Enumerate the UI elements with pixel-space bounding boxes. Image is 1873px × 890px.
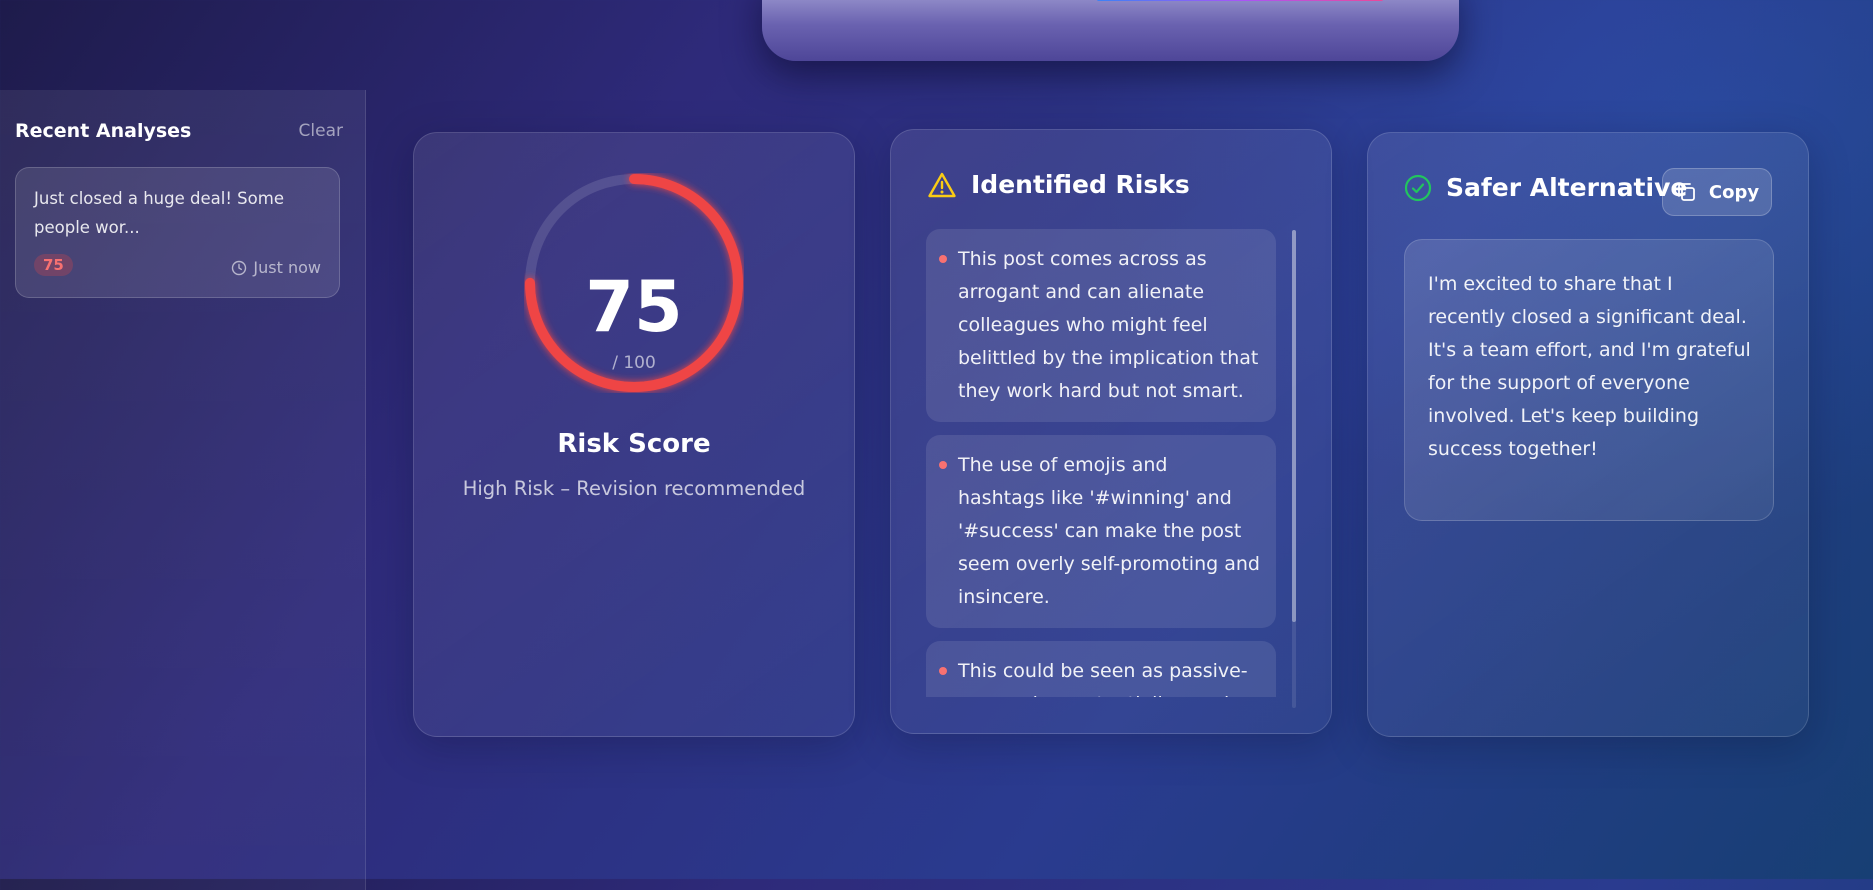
risk-score-subtitle: High Risk – Revision recommended [462,477,806,500]
alt-title: Safer Alternative [1446,173,1688,202]
risk-item-text: This post comes across as arrogant and c… [958,248,1259,402]
risk-score-gauge: 75 / 100 [524,173,744,393]
copy-button-label: Copy [1708,181,1760,203]
safer-alternative-card: Safer Alternative Copy I'm excited to sh… [1367,132,1809,737]
copy-icon [1677,183,1695,201]
sidebar-header: Recent Analyses Clear [15,116,343,146]
risks-title: Identified Risks [971,170,1190,199]
history-item-time: Just now [231,258,321,277]
copy-button[interactable]: Copy [1662,168,1772,216]
risks-header: Identified Risks [927,170,1190,199]
risk-bullet-dot [939,461,947,469]
gradient-progress-bar [1097,0,1383,1]
identified-risks-card: Identified Risks This post comes across … [890,129,1332,734]
history-item-score-badge: 75 [34,254,73,276]
risks-list[interactable]: This post comes across as arrogant and c… [926,229,1276,697]
warning-icon [928,172,956,197]
history-item[interactable]: Just closed a huge deal! Some people wor… [15,167,340,298]
risks-scrollbar[interactable] [1292,230,1296,708]
risks-scrollbar-thumb[interactable] [1292,230,1296,622]
risk-score-card: 75 / 100 Risk Score High Risk – Revision… [413,132,855,737]
risk-item: The use of emojis and hashtags like '#wi… [926,435,1276,628]
check-circle-icon [1404,174,1432,201]
history-item-text: Just closed a huge deal! Some people wor… [34,189,284,237]
risk-score-title: Risk Score [557,429,711,459]
sidebar-title: Recent Analyses [15,120,192,142]
clear-history-button[interactable]: Clear [299,121,343,141]
risk-bullet-dot [939,255,947,263]
alternative-text: I'm excited to share that I recently clo… [1428,273,1751,460]
history-sidebar: Recent Analyses Clear Just closed a huge… [0,90,366,890]
alternative-text-box: I'm excited to share that I recently clo… [1404,239,1774,521]
alt-header: Safer Alternative [1404,173,1687,202]
risk-score-value: 75 [585,266,683,348]
risk-score-max: / 100 [612,353,656,373]
top-input-panel [762,0,1459,61]
risk-item-text: The use of emojis and hashtags like '#wi… [958,454,1260,608]
risk-item-text: This could be seen as passive-aggressive… [958,660,1253,697]
history-item-time-label: Just now [253,258,321,277]
risk-bullet-dot [939,667,947,675]
risk-item: This post comes across as arrogant and c… [926,229,1276,422]
risk-item: This could be seen as passive-aggressive… [926,641,1276,697]
clock-icon [232,260,247,275]
